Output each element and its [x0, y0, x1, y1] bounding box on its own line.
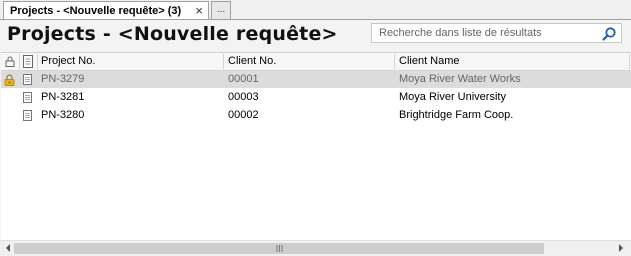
more-tabs-button[interactable]: ...: [211, 1, 231, 19]
page-title: Projects - <Nouvelle requête>: [7, 23, 338, 45]
close-icon[interactable]: ×: [195, 4, 203, 17]
column-separator[interactable]: [629, 54, 630, 69]
document-icon: [23, 92, 32, 103]
search-icon[interactable]: [601, 26, 617, 42]
column-header-client-no[interactable]: Client No.: [228, 53, 276, 70]
table-row[interactable]: PN-3279 00001 Moya River Water Works: [1, 71, 631, 88]
column-header-project-no[interactable]: Project No.: [41, 53, 95, 70]
scrollbar-thumb[interactable]: [14, 243, 544, 254]
results-header: Projects - <Nouvelle requête>: [0, 20, 631, 52]
cell-client-no: 00002: [228, 109, 259, 121]
cell-project-no: PN-3281: [41, 91, 85, 103]
column-header-client-name[interactable]: Client Name: [399, 53, 460, 70]
lock-icon[interactable]: [5, 56, 15, 67]
cell-client-no: 00003: [228, 91, 259, 103]
document-icon: [23, 74, 32, 85]
cell-project-no: PN-3279: [41, 73, 85, 85]
grid-header: Project No. Client No. Client Name: [1, 53, 631, 71]
results-grid: Project No. Client No. Client Name PN-32…: [1, 52, 631, 241]
tab-label: Projects - <Nouvelle requête> (3): [10, 5, 182, 17]
column-separator[interactable]: [37, 54, 38, 69]
table-row[interactable]: PN-3281 00003 Moya River University: [1, 89, 631, 106]
cell-client-name: Brightridge Farm Coop.: [399, 109, 514, 121]
cell-client-name: Moya River University: [399, 91, 506, 103]
search-box[interactable]: [371, 23, 622, 43]
scroll-right-icon[interactable]: [617, 244, 625, 252]
cell-project-no: PN-3280: [41, 109, 85, 121]
cell-client-name: Moya River Water Works: [399, 73, 521, 85]
column-separator[interactable]: [394, 54, 395, 69]
column-separator[interactable]: [19, 54, 20, 69]
document-icon[interactable]: [23, 55, 33, 68]
table-row[interactable]: PN-3280 00002 Brightridge Farm Coop.: [1, 107, 631, 124]
column-separator[interactable]: [223, 54, 224, 69]
scroll-left-icon[interactable]: [4, 244, 12, 252]
search-input[interactable]: [379, 25, 594, 41]
document-icon: [23, 110, 32, 121]
cell-client-no: 00001: [228, 73, 259, 85]
lock-icon: [4, 74, 15, 86]
tab-strip: Projects - <Nouvelle requête> (3) × ...: [0, 0, 631, 20]
tab-projects-query[interactable]: Projects - <Nouvelle requête> (3) ×: [3, 1, 209, 20]
grip-icon: [276, 245, 283, 252]
horizontal-scrollbar[interactable]: [0, 240, 631, 256]
